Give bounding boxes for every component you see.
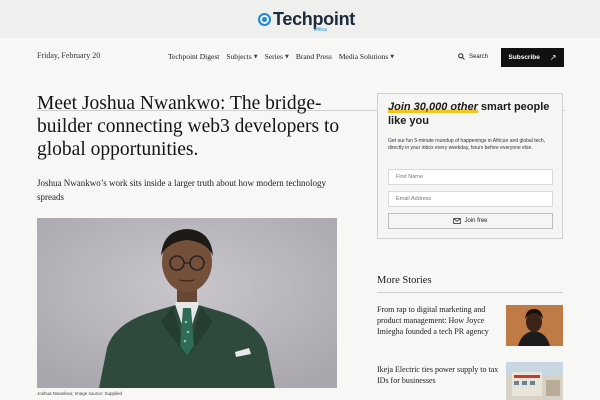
subscribe-label: Subscribe [508, 54, 540, 61]
site-logo[interactable]: Techpoint [258, 9, 355, 30]
story-thumbnail-image [506, 362, 563, 400]
nav-item-label: Subjects [226, 52, 252, 61]
more-stories-heading: More Stories [377, 275, 432, 286]
newsletter-description: Get our fun 5-minute roundup of happenin… [388, 138, 546, 151]
search-label: Search [469, 53, 489, 60]
nav-item-subjects[interactable]: Subjects ▼ [226, 52, 257, 61]
portrait-illustration [37, 218, 337, 388]
nav-item-label: Media Solutions [338, 52, 389, 61]
nav-item-label: Techpoint Digest [168, 52, 220, 61]
chevron-down-icon: ▼ [284, 53, 289, 60]
article-dek: Joshua Nwankwo’s work sits inside a larg… [37, 178, 327, 202]
nav-item-brand-press[interactable]: Brand Press [296, 52, 332, 61]
logo-subtext: Africa [314, 27, 327, 33]
join-free-label: Join free [464, 218, 488, 224]
logo-bar: Techpoint Africa [0, 0, 600, 38]
nav-menu: Techpoint Digest Subjects ▼ Series ▼ Bra… [168, 52, 394, 61]
nav-item-techpoint-digest[interactable]: Techpoint Digest [168, 52, 219, 61]
chevron-down-icon: ▼ [253, 53, 258, 60]
current-date: Friday, February 20 [37, 51, 101, 60]
email-field[interactable] [388, 191, 553, 207]
search-button[interactable]: Search [458, 53, 488, 60]
newsletter-signup: Join 30,000 other smart people like you … [377, 93, 563, 239]
story-link[interactable]: Ikeja Electric ties power supply to tax … [377, 364, 502, 386]
image-caption: Joshua Nwankwo; Image source: Supplied [37, 391, 123, 396]
nav-item-label: Series [264, 52, 283, 61]
nav-item-media-solutions[interactable]: Media Solutions ▼ [339, 52, 394, 61]
story-link[interactable]: From rap to digital marketing and produc… [377, 304, 502, 337]
main-nav: Friday, February 20 Techpoint Digest Sub… [0, 38, 600, 111]
story-thumbnail-image [506, 305, 563, 346]
more-stories-divider [377, 292, 563, 293]
logo-mark-icon [258, 13, 271, 26]
chevron-down-icon: ▼ [390, 53, 395, 60]
search-icon [458, 53, 465, 60]
nav-item-series[interactable]: Series ▼ [265, 52, 289, 61]
subscribe-button[interactable]: Subscribe ↗ [501, 48, 564, 67]
newsletter-title-highlight: Join 30,000 other [388, 101, 478, 113]
story-thumbnail[interactable] [506, 362, 563, 400]
newsletter-title: Join 30,000 other smart people like you [388, 100, 558, 128]
first-name-field[interactable] [388, 169, 553, 185]
article-headline: Meet Joshua Nwankwo: The bridge-builder … [37, 93, 340, 160]
nav-item-label: Brand Press [295, 52, 332, 61]
mail-icon [453, 218, 462, 224]
arrow-up-right-icon: ↗ [549, 53, 557, 62]
join-free-button[interactable]: Join free [388, 213, 553, 229]
story-thumbnail[interactable] [506, 305, 563, 346]
hero-image [37, 218, 337, 388]
